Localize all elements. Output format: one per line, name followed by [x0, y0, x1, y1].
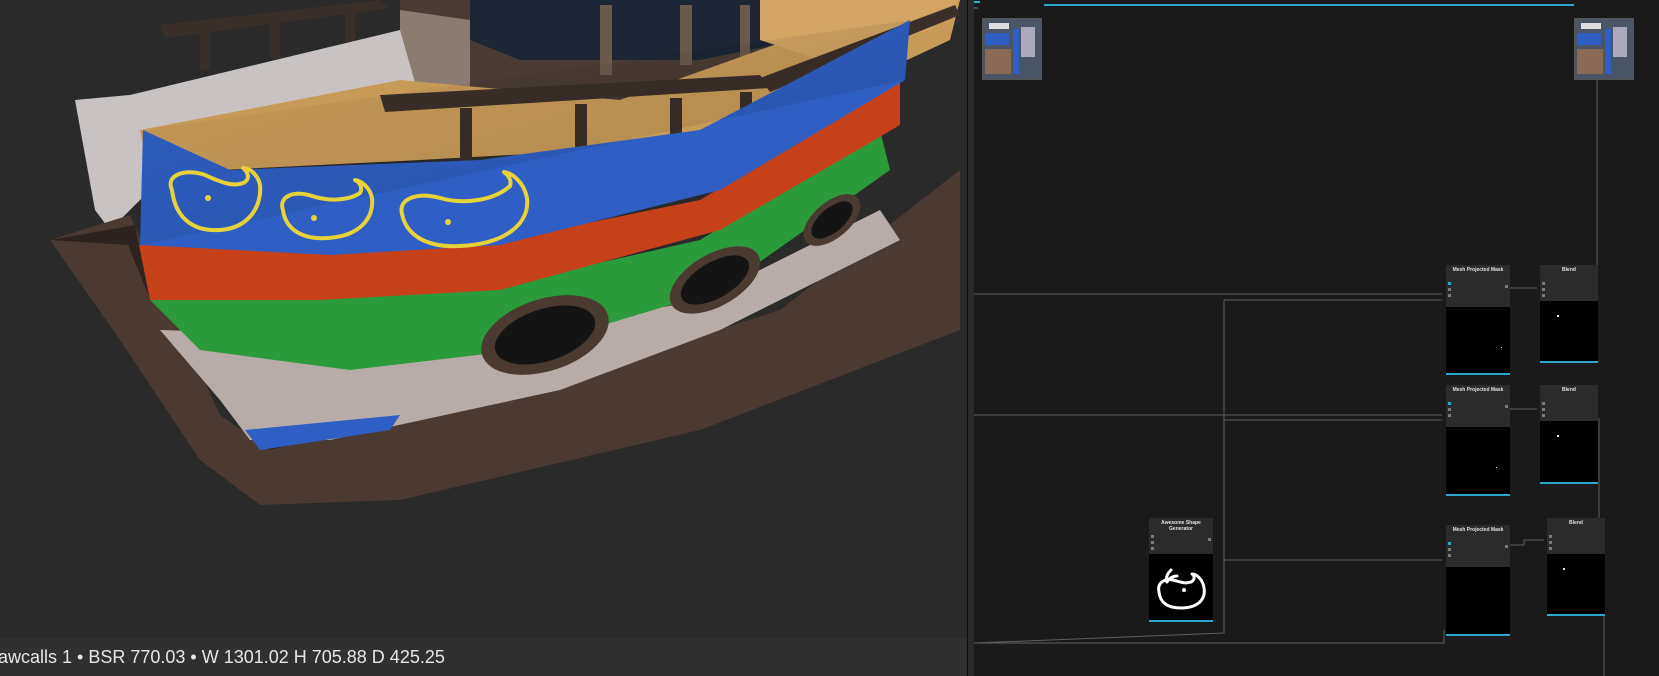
node-preview	[1446, 567, 1510, 634]
node-mesh-projected-mask-3[interactable]: Mesh Projected Mask	[1446, 525, 1510, 636]
node-title: Mesh Projected Mask	[1452, 387, 1504, 393]
output-port[interactable]	[1505, 405, 1508, 408]
node-title: Mesh Projected Mask	[1452, 267, 1504, 273]
node-preview	[1547, 554, 1605, 614]
node-blend-3[interactable]: Blend	[1547, 518, 1605, 616]
node-title: Awesome Shape Generator	[1161, 520, 1201, 532]
node-preview	[1540, 301, 1598, 361]
node-awesome-shape-generator[interactable]: Awesome Shape Generator	[1149, 518, 1213, 622]
whale-icon	[1157, 568, 1206, 610]
node-preview	[1149, 554, 1213, 620]
boat-model-render[interactable]	[0, 0, 967, 640]
node-preview	[1540, 421, 1598, 482]
node-graph-panel[interactable]: Mesh Projected Mask Blend Mesh Projected…	[974, 0, 1659, 676]
texture-thumbnail-right[interactable]	[1574, 18, 1634, 80]
output-port[interactable]	[1208, 538, 1211, 541]
output-port[interactable]	[1505, 545, 1508, 548]
node-mesh-projected-mask-1[interactable]: Mesh Projected Mask	[1446, 265, 1510, 375]
node-title: Mesh Projected Mask	[1452, 527, 1504, 533]
node-preview	[1446, 427, 1510, 494]
3d-viewport[interactable]: rawcalls 1 • BSR 770.03 • W 1301.02 H 70…	[0, 0, 967, 676]
editor-window: rawcalls 1 • BSR 770.03 • W 1301.02 H 70…	[0, 0, 1659, 676]
output-port[interactable]	[1505, 285, 1508, 288]
node-blend-1[interactable]: Blend	[1540, 265, 1598, 363]
node-title: Blend	[1562, 387, 1576, 393]
node-mesh-projected-mask-2[interactable]: Mesh Projected Mask	[1446, 385, 1510, 496]
node-title: Blend	[1562, 267, 1576, 273]
viewport-status-bar: rawcalls 1 • BSR 770.03 • W 1301.02 H 70…	[0, 638, 967, 676]
node-blend-2[interactable]: Blend	[1540, 385, 1598, 484]
node-title: Blend	[1569, 520, 1583, 526]
status-text: rawcalls 1 • BSR 770.03 • W 1301.02 H 70…	[0, 647, 445, 667]
texture-thumbnail-left[interactable]	[982, 18, 1042, 80]
node-preview	[1446, 307, 1510, 373]
